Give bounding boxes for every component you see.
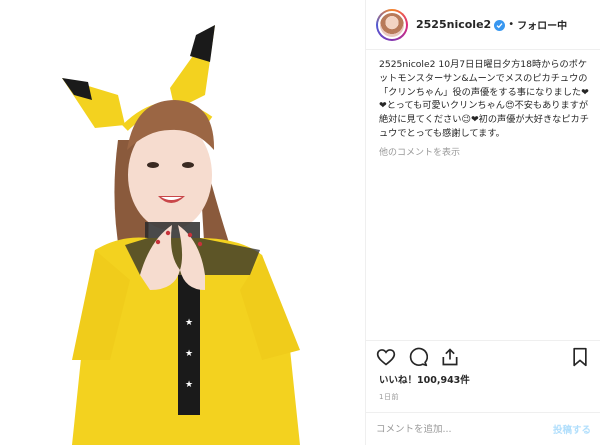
post-photo[interactable]: ★ ★ ★ [0, 0, 365, 445]
bookmark-icon[interactable] [571, 347, 589, 371]
header-username[interactable]: 2525nicole2 [416, 18, 491, 31]
avatar-story-ring[interactable] [376, 8, 408, 41]
view-more-comments-link[interactable]: 他のコメントを表示 [366, 141, 600, 162]
following-button[interactable]: フォロー中 [517, 17, 567, 32]
left-eye [147, 162, 159, 168]
comment-input[interactable] [376, 423, 553, 435]
post-caption: 2525nicole2 10月7日日曜日夕方18時からのポケットモンスターサン&… [366, 50, 600, 141]
right-eye [182, 162, 194, 168]
star-button-2: ★ [185, 349, 193, 359]
caption-text: 10月7日日曜日夕方18時からのポケットモンスターサン&ムーンでメスのピカチュウ… [379, 59, 589, 139]
post-comment-button[interactable]: 投稿する [553, 422, 591, 436]
nail [187, 232, 193, 238]
nail [197, 241, 203, 247]
comment-bar: 投稿する [366, 412, 600, 445]
likes-number: 100,943 [417, 375, 461, 386]
action-bar [366, 340, 600, 376]
pikachu-costume-photo: ★ ★ ★ [62, 25, 300, 445]
post-side-panel: 2525nicole2 • フォロー中 2525nicole2 10月7日日曜日… [365, 0, 600, 445]
nail [165, 230, 171, 236]
black-placket [178, 275, 200, 415]
verified-badge-icon [494, 20, 506, 31]
caption-username[interactable]: 2525nicole2 [379, 59, 435, 70]
likes-prefix: いいね！ [379, 375, 418, 386]
heart-icon[interactable] [376, 347, 396, 371]
separator-dot: • [508, 19, 515, 30]
nail [155, 239, 161, 245]
right-ear-tip [190, 25, 215, 62]
share-icon[interactable] [440, 347, 460, 371]
star-button-1: ★ [185, 318, 193, 328]
comment-icon[interactable] [408, 347, 429, 371]
avatar[interactable] [378, 10, 406, 39]
star-button-3: ★ [185, 380, 193, 390]
like-count[interactable]: いいね！100,943件 [379, 372, 470, 386]
post-header: 2525nicole2 • フォロー中 [366, 0, 600, 50]
post-timestamp[interactable]: 1日前 [379, 392, 399, 402]
likes-suffix: 件 [460, 375, 470, 386]
